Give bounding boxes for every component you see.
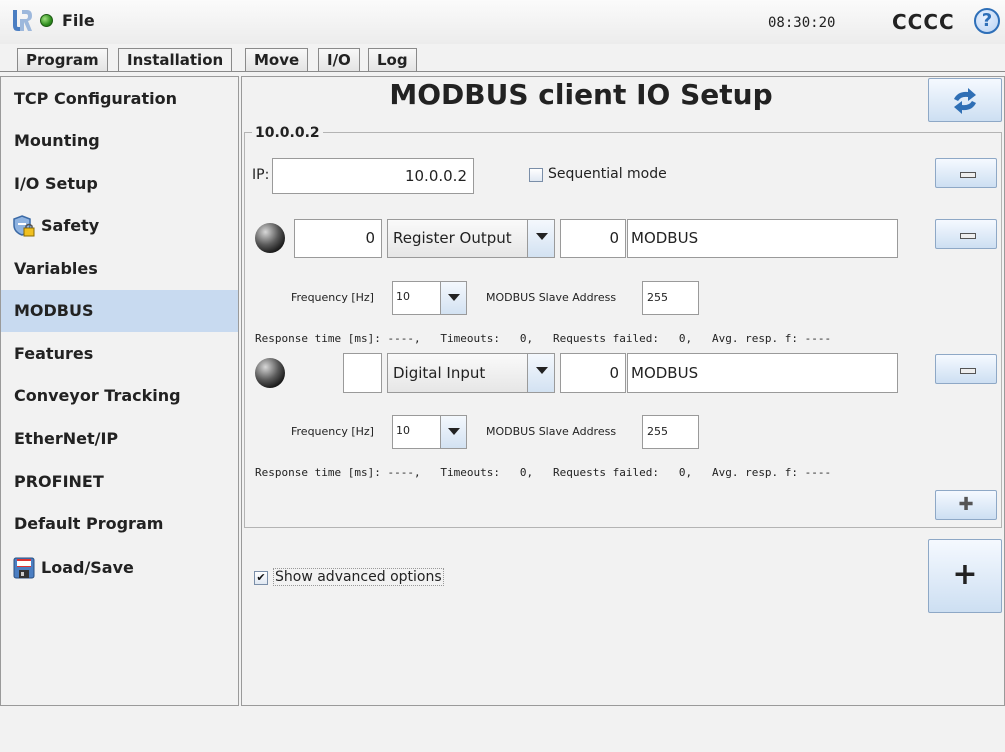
frequency-value: 10 [396,424,410,437]
sequential-mode-label: Sequential mode [548,166,667,182]
signal-status-line: Response time [ms]: ----, Timeouts: 0, R… [255,466,832,479]
sequential-mode-checkbox[interactable] [529,168,543,182]
signal-value-field: 0 [560,353,626,393]
checkmark-icon: ✔ [256,571,266,584]
frequency-label: Frequency [Hz] [291,291,374,304]
tab-move[interactable]: Move [245,48,309,71]
slave-address-input[interactable]: 255 [642,281,699,315]
signal-address-input[interactable] [343,353,382,393]
add-signal-button[interactable]: ✚ [935,490,997,520]
sidebar-item-tcp-configuration[interactable]: TCP Configuration [1,78,238,120]
robot-name: CCCC [892,10,955,34]
sidebar-item-mounting[interactable]: Mounting [1,120,238,162]
remove-signal-button[interactable] [935,354,997,384]
show-advanced-checkbox[interactable]: ✔ [254,571,268,585]
floppy-disk-icon [13,557,35,579]
ip-label: IP: [252,167,270,183]
sidebar-item-safety[interactable]: Safety [1,205,238,247]
signal-status-led-icon [255,223,285,253]
signal-address-input[interactable]: 0 [294,219,382,258]
chevron-down-icon [440,282,466,314]
sidebar-item-conveyor-tracking[interactable]: Conveyor Tracking [1,375,238,417]
signal-type-select[interactable]: Digital Input [387,353,555,393]
slave-address-input[interactable]: 255 [642,415,699,449]
clock: 08:30:20 [768,15,836,31]
signal-name-input[interactable]: MODBUS [627,353,898,393]
sidebar-item-modbus[interactable]: MODBUS [1,290,238,332]
sidebar-item-label: Safety [41,216,100,235]
sidebar-item-label: Load/Save [41,558,134,577]
ip-input[interactable]: 10.0.0.2 [272,158,474,194]
signal-value-field: 0 [560,219,626,258]
signal-type-select[interactable]: Register Output [387,219,555,258]
signal-type-value: Register Output [393,229,512,247]
sidebar: TCP Configuration Mounting I/O Setup Saf… [0,76,239,706]
slave-address-label: MODBUS Slave Address [486,425,617,438]
refresh-button[interactable] [928,78,1002,122]
status-indicator-icon [40,14,53,27]
ur-logo-icon [13,10,32,31]
plus-icon: + [952,557,978,592]
page-title: MODBUS client IO Setup [389,78,773,111]
frequency-label: Frequency [Hz] [291,425,374,438]
bottom-bar [0,706,1005,752]
sidebar-item-load-save[interactable]: Load/Save [1,547,238,589]
sidebar-item-io-setup[interactable]: I/O Setup [1,163,238,205]
sidebar-item-profinet[interactable]: PROFINET [1,461,238,503]
signal-status-line: Response time [ms]: ----, Timeouts: 0, R… [255,332,832,345]
help-icon[interactable]: ? [974,8,1000,34]
tab-divider [0,71,1005,72]
sidebar-item-default-program[interactable]: Default Program [1,503,238,545]
file-menu[interactable]: File [62,11,95,30]
signal-name-input[interactable]: MODBUS [627,219,898,258]
tab-io[interactable]: I/O [318,48,360,71]
plus-icon: ✚ [958,494,974,515]
chevron-down-icon [440,416,466,448]
signal-status-led-icon [255,358,285,388]
frequency-value: 10 [396,290,410,303]
sidebar-item-features[interactable]: Features [1,333,238,375]
chevron-down-icon [527,220,554,257]
signal-type-value: Digital Input [393,364,486,382]
top-bar [0,0,1005,44]
tab-installation[interactable]: Installation [118,48,233,72]
chevron-down-icon [527,354,554,392]
remove-signal-button[interactable] [935,219,997,249]
refresh-arrows-icon [954,88,976,114]
sidebar-item-ethernet-ip[interactable]: EtherNet/IP [1,418,238,460]
slave-address-label: MODBUS Slave Address [486,291,617,304]
group-title: 10.0.0.2 [252,125,323,141]
frequency-select[interactable]: 10 [392,281,467,315]
sidebar-item-variables[interactable]: Variables [1,248,238,290]
show-advanced-label: Show advanced options [273,568,444,586]
remove-unit-button[interactable] [935,158,997,188]
frequency-select[interactable]: 10 [392,415,467,449]
tab-log[interactable]: Log [368,48,417,71]
tab-program[interactable]: Program [17,48,108,71]
shield-lock-icon [13,215,35,237]
add-unit-button[interactable]: + [928,539,1002,613]
